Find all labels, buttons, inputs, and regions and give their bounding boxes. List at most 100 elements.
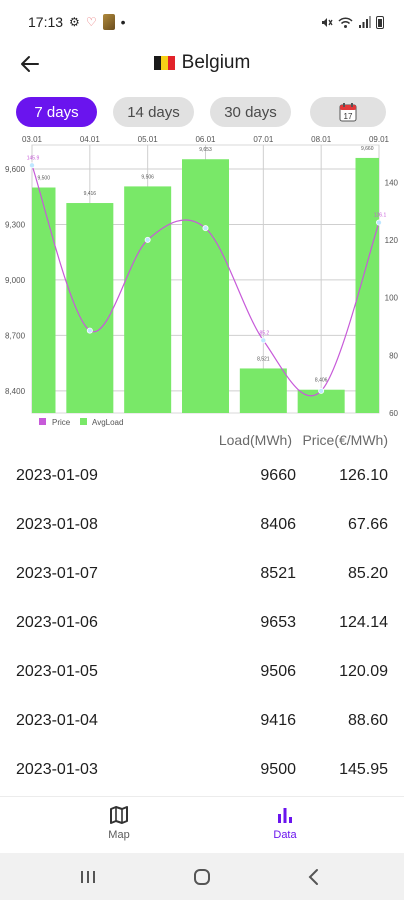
table-header: Load(MWh) Price(€/MWh) xyxy=(0,432,404,452)
row-date: 2023-01-04 xyxy=(16,712,98,729)
right-tick-label: 120 xyxy=(385,236,399,245)
bar-value-label: 9,660 xyxy=(361,146,374,152)
map-icon xyxy=(110,806,128,824)
page-title: Belgium xyxy=(181,52,251,73)
row-load: 9653 xyxy=(260,614,296,631)
bar xyxy=(182,159,229,413)
bar xyxy=(124,186,172,413)
legend-swatch-price xyxy=(39,418,46,425)
right-tick-label: 140 xyxy=(385,178,399,187)
left-tick-label: 8,400 xyxy=(5,387,26,396)
table-row: 2023-01-03 9500 145.95 xyxy=(0,746,404,795)
calendar-button[interactable]: 17 xyxy=(310,97,386,127)
calendar-day: 17 xyxy=(344,112,353,121)
price-point xyxy=(375,219,382,226)
belgium-flag-icon xyxy=(153,56,175,70)
bar-value-label: 9,416 xyxy=(84,191,97,197)
bar xyxy=(32,187,56,413)
chevron-left-icon xyxy=(308,869,318,885)
header-load: Load(MWh) xyxy=(218,432,292,448)
row-price: 67.66 xyxy=(347,516,388,533)
price-point xyxy=(202,225,209,232)
row-price: 124.14 xyxy=(339,614,388,631)
status-dot: • xyxy=(120,14,126,30)
gear-icon: ⚙ xyxy=(69,15,80,29)
row-load: 9660 xyxy=(260,467,296,484)
row-load: 9416 xyxy=(260,712,296,729)
row-date: 2023-01-08 xyxy=(16,516,98,533)
row-load: 8406 xyxy=(260,516,296,533)
wifi-icon xyxy=(338,16,353,28)
row-date: 2023-01-07 xyxy=(16,565,98,582)
tab-14-days[interactable]: 14 days xyxy=(113,97,194,127)
left-tick-label: 9,300 xyxy=(5,220,26,229)
x-tick-label: 09.01 xyxy=(369,135,390,144)
bar-value-label: 8,521 xyxy=(257,356,270,362)
left-tick-label: 9,000 xyxy=(5,276,26,285)
tab-7-days[interactable]: 7 days xyxy=(16,97,97,127)
row-price: 126.10 xyxy=(339,467,388,484)
price-point xyxy=(260,337,267,344)
price-point xyxy=(144,236,151,243)
x-tick-label: 05.01 xyxy=(138,135,159,144)
home-button[interactable] xyxy=(187,865,217,889)
bar-value-label: 8,406 xyxy=(315,378,328,384)
system-back-button[interactable] xyxy=(299,865,329,889)
tab-30-days[interactable]: 30 days xyxy=(210,97,291,127)
row-price: 85.20 xyxy=(347,565,388,582)
x-tick-label: 06.01 xyxy=(195,135,216,144)
row-date: 2023-01-09 xyxy=(16,467,98,484)
row-date: 2023-01-03 xyxy=(16,761,98,778)
data-list: 2023-01-09 9660 126.10 2023-01-08 8406 67.66 2… xyxy=(0,452,404,795)
nav-map[interactable]: Map xyxy=(79,805,159,841)
left-tick-label: 9,600 xyxy=(5,165,26,174)
bar-value-label: 9,500 xyxy=(37,176,50,182)
notification-thumbnail-icon xyxy=(102,14,115,30)
price-point xyxy=(318,387,325,394)
status-time: 17:13 xyxy=(28,14,64,30)
status-bar: 17:13 ⚙ ♡ • xyxy=(0,0,404,44)
bar-value-label: 9,506 xyxy=(141,174,154,180)
app-bar: Belgium xyxy=(0,44,404,84)
home-icon xyxy=(194,869,210,885)
x-tick-label: 03.01 xyxy=(22,135,43,144)
x-tick-label: 08.01 xyxy=(311,135,332,144)
bar xyxy=(239,368,287,413)
x-tick-label: 07.01 xyxy=(253,135,274,144)
right-tick-label: 80 xyxy=(389,351,398,360)
price-value-label: 85.2 xyxy=(259,330,269,336)
system-navigation-bar xyxy=(0,853,404,900)
legend-swatch-avgload xyxy=(80,418,87,425)
legend-label-price: Price xyxy=(52,418,71,427)
status-right xyxy=(320,15,384,29)
right-tick-label: 100 xyxy=(385,294,399,303)
price-value-label: 145.9 xyxy=(27,155,40,161)
range-tabs: 7 days 14 days 30 days 17 xyxy=(0,97,404,127)
bar-value-label: 9,653 xyxy=(199,147,212,153)
nav-data[interactable]: Data xyxy=(245,805,325,841)
recents-button[interactable] xyxy=(73,865,103,889)
row-price: 88.60 xyxy=(347,712,388,729)
bottom-navigation: Map Data xyxy=(0,796,404,853)
title-wrap: Belgium xyxy=(0,52,404,74)
battery-icon xyxy=(376,15,384,29)
row-load: 9506 xyxy=(260,663,296,680)
left-tick-label: 8,700 xyxy=(5,331,26,340)
row-date: 2023-01-06 xyxy=(16,614,98,631)
bar xyxy=(355,157,379,413)
price-value-label: 126.1 xyxy=(374,213,387,219)
price-point xyxy=(28,162,35,169)
table-row: 2023-01-07 8521 85.20 xyxy=(0,550,404,599)
heart-icon: ♡ xyxy=(85,15,97,29)
legend-label-avgload: AvgLoad xyxy=(92,418,123,427)
mute-icon xyxy=(322,17,333,27)
row-load: 8521 xyxy=(260,565,296,582)
bar xyxy=(66,203,114,413)
bar-chart-icon xyxy=(278,808,292,823)
row-price: 120.09 xyxy=(339,663,388,680)
table-row: 2023-01-05 9506 120.09 xyxy=(0,648,404,697)
table-row: 2023-01-04 9416 88.60 xyxy=(0,697,404,746)
signal-icon xyxy=(359,15,371,28)
status-left: 17:13 ⚙ ♡ • xyxy=(28,14,125,30)
x-tick-label: 04.01 xyxy=(80,135,101,144)
